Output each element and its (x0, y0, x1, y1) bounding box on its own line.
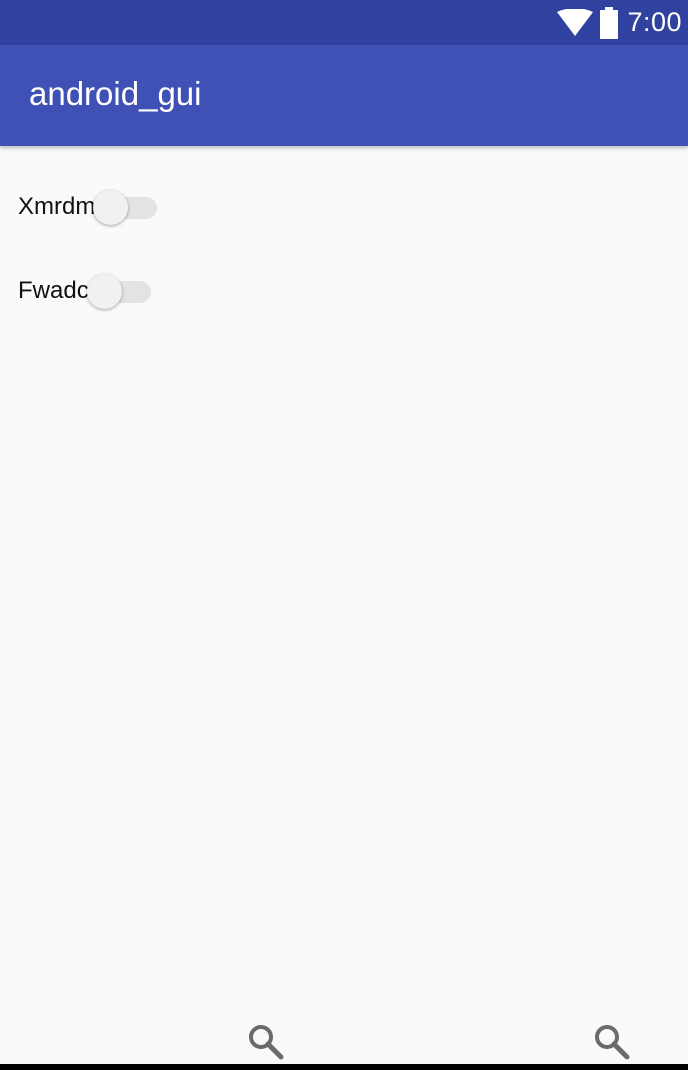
search-icon[interactable] (248, 1024, 284, 1060)
app-bar: android_gui (0, 45, 688, 146)
toggle-switch-fwadc[interactable] (86, 269, 153, 313)
wifi-icon (557, 7, 594, 37)
app-screen: 7:00 android_gui Xmrdm Fwadc (0, 0, 688, 1070)
toggle-switch-xmrdm[interactable] (93, 185, 159, 229)
switch-label: Xmrdm (18, 193, 96, 220)
switch-label: Fwadc (18, 277, 89, 304)
status-bar: 7:00 (0, 0, 688, 45)
switch-thumb[interactable] (86, 274, 122, 309)
app-title: android_gui (29, 75, 202, 112)
switch-row-xmrdm[interactable]: Xmrdm (18, 185, 159, 229)
status-icons: 7:00 (557, 0, 682, 45)
switch-row-fwadc[interactable]: Fwadc (18, 269, 153, 313)
status-clock: 7:00 (627, 7, 682, 37)
search-icon[interactable] (594, 1024, 630, 1060)
battery-icon (599, 6, 619, 39)
bottom-edge (0, 1064, 688, 1070)
switch-thumb[interactable] (93, 190, 129, 225)
bottom-nav (0, 1020, 688, 1064)
